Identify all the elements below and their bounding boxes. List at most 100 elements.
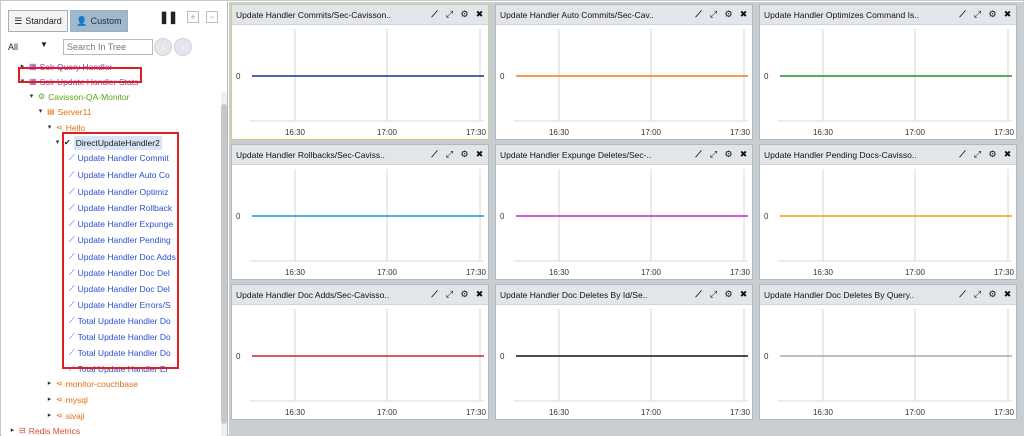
tree-item[interactable]: ⟋ Update Handler Doc Del xyxy=(69,282,170,296)
close-icon[interactable]: ✖ xyxy=(739,149,748,160)
search-input[interactable] xyxy=(63,39,153,55)
tree-item[interactable]: ⟋ Update Handler Errors/S xyxy=(69,298,171,312)
metric-panel[interactable]: Update Handler Rollbacks/Sec-Caviss.. ⟋ ⤢ ⚙… xyxy=(231,144,489,280)
sidebar-scrollbar[interactable] xyxy=(221,92,227,436)
panel-header[interactable]: Update Handler Expunge Deletes/Sec-.. ⟋ ⤢ ⚙… xyxy=(496,145,752,165)
panel-header[interactable]: Update Handler Auto Commits/Sec-Cav.. ⟋ ⤢ ⚙… xyxy=(496,5,752,25)
close-icon[interactable]: ✖ xyxy=(1003,9,1012,20)
line-chart-icon[interactable]: ⟋ xyxy=(430,289,439,300)
tree-item[interactable]: ▸ ⊟ Redis Metrics xyxy=(9,424,80,436)
caret-right-icon[interactable]: ▸ xyxy=(46,393,53,407)
panel-header[interactable]: Update Handler Rollbacks/Sec-Caviss.. ⟋ ⤢ ⚙… xyxy=(232,145,488,165)
close-icon[interactable]: ✖ xyxy=(475,9,484,20)
caret-down-icon[interactable]: ▾ xyxy=(37,105,44,119)
caret-down-icon[interactable]: ▾ xyxy=(28,90,35,104)
expand-icon[interactable]: ⤢ xyxy=(973,289,982,300)
metric-panel[interactable]: Update Handler Optimizes Command Is.. ⟋ ⤢ ⚙… xyxy=(759,4,1017,140)
tree-item[interactable]: ⟋ Update Handler Pending xyxy=(69,233,171,247)
caret-right-icon[interactable]: ▸ xyxy=(46,377,53,391)
tab-standard[interactable]: ☰ Standard xyxy=(8,10,68,32)
tree-item[interactable]: ⟋ Total Update Handler Do xyxy=(69,314,171,328)
tree-item[interactable]: ⟋ Update Handler Expunge xyxy=(69,217,173,231)
line-chart-icon[interactable]: ⟋ xyxy=(430,149,439,160)
panel-header[interactable]: Update Handler Commits/Sec-Cavisson.. ⟋ ⤢ ⚙… xyxy=(232,5,488,25)
panel-header[interactable]: Update Handler Doc Deletes By Query.. ⟋ ⤢ ⚙… xyxy=(760,285,1016,305)
gear-icon[interactable]: ⚙ xyxy=(460,149,469,160)
expand-all-icon[interactable]: + xyxy=(187,11,199,23)
tab-custom[interactable]: 👤 Custom xyxy=(70,10,128,32)
pause-icon[interactable]: ❚❚ xyxy=(159,10,178,24)
gear-icon[interactable]: ⚙ xyxy=(988,9,997,20)
expand-icon[interactable]: ⤢ xyxy=(973,149,982,160)
caret-right-icon[interactable]: ▸ xyxy=(9,424,16,436)
caret-down-icon[interactable]: ▾ xyxy=(19,75,26,89)
gear-icon[interactable]: ⚙ xyxy=(988,289,997,300)
tree-item[interactable]: ⟋ Total Update Handler Do xyxy=(69,330,171,344)
gear-icon[interactable]: ⚙ xyxy=(724,149,733,160)
gear-icon[interactable]: ⚙ xyxy=(988,149,997,160)
gear-icon[interactable]: ⚙ xyxy=(460,289,469,300)
metric-panel[interactable]: Update Handler Doc Deletes By Query.. ⟋ ⤢ ⚙… xyxy=(759,284,1017,420)
collapse-all-icon[interactable]: − xyxy=(206,11,218,23)
panel-header[interactable]: Update Handler Doc Adds/Sec-Cavisso.. ⟋ ⤢ ⚙… xyxy=(232,285,488,305)
panel-header[interactable]: Update Handler Pending Docs-Cavisso.. ⟋ ⤢ ⚙… xyxy=(760,145,1016,165)
sidebar-scrollbar-thumb[interactable] xyxy=(221,104,227,424)
line-chart-icon[interactable]: ⟋ xyxy=(958,149,967,160)
tree-item[interactable]: ▸ ▦ Solr Query Handler xyxy=(19,60,113,74)
metric-panel[interactable]: Update Handler Doc Adds/Sec-Cavisso.. ⟋ ⤢ ⚙… xyxy=(231,284,489,420)
line-chart-icon[interactable]: ⟋ xyxy=(694,149,703,160)
tree-item[interactable]: ▸ ⋖ mysql xyxy=(46,393,88,407)
line-chart-icon[interactable]: ⟋ xyxy=(958,289,967,300)
metric-panel[interactable]: Update Handler Auto Commits/Sec-Cav.. ⟋ ⤢ ⚙… xyxy=(495,4,753,140)
tree-item[interactable]: ▾ ⋖ Hello xyxy=(46,121,85,135)
caret-right-icon[interactable]: ▸ xyxy=(46,409,53,423)
close-icon[interactable]: ✖ xyxy=(739,9,748,20)
tree-item[interactable]: ⟋ Update Handler Auto Co xyxy=(69,168,170,182)
line-chart-icon[interactable]: ⟋ xyxy=(430,9,439,20)
gear-icon[interactable]: ⚙ xyxy=(460,9,469,20)
line-chart-icon[interactable]: ⟋ xyxy=(694,289,703,300)
expand-icon[interactable]: ⤢ xyxy=(445,289,454,300)
gear-icon[interactable]: ⚙ xyxy=(724,9,733,20)
tree-item[interactable]: ⟋ Update Handler Commit xyxy=(69,151,169,165)
expand-icon[interactable]: ⤢ xyxy=(709,289,718,300)
tree-item[interactable]: ⟋ Update Handler Doc Del xyxy=(69,266,170,280)
tree-item[interactable]: ⟋ Total Update Handler Do xyxy=(69,346,171,360)
search-prev-button[interactable]: ‹ xyxy=(154,38,172,56)
search-next-button[interactable]: › xyxy=(174,38,192,56)
tree-item[interactable]: ⟋ Update Handler Rollback xyxy=(69,201,172,215)
metric-panel[interactable]: Update Handler Pending Docs-Cavisso.. ⟋ ⤢ ⚙… xyxy=(759,144,1017,280)
line-chart-icon[interactable]: ⟋ xyxy=(958,9,967,20)
close-icon[interactable]: ✖ xyxy=(475,149,484,160)
tree-item[interactable]: ▸ ⋖ sivaji xyxy=(46,409,85,423)
tree-item[interactable]: ⟋ Update Handler Doc Adds xyxy=(69,250,176,264)
metric-panel[interactable]: Update Handler Doc Deletes By Id/Se.. ⟋ ⤢ ⚙… xyxy=(495,284,753,420)
expand-icon[interactable]: ⤢ xyxy=(445,9,454,20)
caret-right-icon[interactable]: ▸ xyxy=(19,60,26,74)
tree-item[interactable]: ▸ ⋖ monitor-couchbase xyxy=(46,377,138,391)
tree-item[interactable]: ⟋ Total Update Handler Er xyxy=(69,362,168,376)
metric-panel[interactable]: Update Handler Commits/Sec-Cavisson.. ⟋ ⤢ ⚙… xyxy=(231,4,489,140)
tree-item[interactable]: ▾ ✔ DirectUpdateHandler2 xyxy=(54,136,162,150)
x-tick-label: 17:30 xyxy=(730,268,751,277)
line-chart-icon[interactable]: ⟋ xyxy=(694,9,703,20)
tree-item[interactable]: ⟋ Update Handler Optimiz xyxy=(69,185,168,199)
close-icon[interactable]: ✖ xyxy=(1003,289,1012,300)
expand-icon[interactable]: ⤢ xyxy=(709,9,718,20)
expand-icon[interactable]: ⤢ xyxy=(973,9,982,20)
panel-header[interactable]: Update Handler Doc Deletes By Id/Se.. ⟋ ⤢ ⚙… xyxy=(496,285,752,305)
close-icon[interactable]: ✖ xyxy=(739,289,748,300)
tree-item[interactable]: ▾ ⚙ Cavisson-QA-Monitor xyxy=(28,90,130,104)
expand-icon[interactable]: ⤢ xyxy=(445,149,454,160)
expand-icon[interactable]: ⤢ xyxy=(709,149,718,160)
gear-icon[interactable]: ⚙ xyxy=(724,289,733,300)
caret-down-icon[interactable]: ▾ xyxy=(54,136,61,150)
close-icon[interactable]: ✖ xyxy=(475,289,484,300)
tree-item[interactable]: ▾ ▤ Server11 xyxy=(37,105,92,119)
metric-panel[interactable]: Update Handler Expunge Deletes/Sec-.. ⟋ ⤢ ⚙… xyxy=(495,144,753,280)
caret-down-icon[interactable]: ▼ xyxy=(40,40,48,49)
tree-item[interactable]: ▾ ▦ Solr Update Handler Stats xyxy=(19,75,139,89)
caret-down-icon[interactable]: ▾ xyxy=(46,121,53,135)
close-icon[interactable]: ✖ xyxy=(1003,149,1012,160)
panel-header[interactable]: Update Handler Optimizes Command Is.. ⟋ ⤢ ⚙… xyxy=(760,5,1016,25)
